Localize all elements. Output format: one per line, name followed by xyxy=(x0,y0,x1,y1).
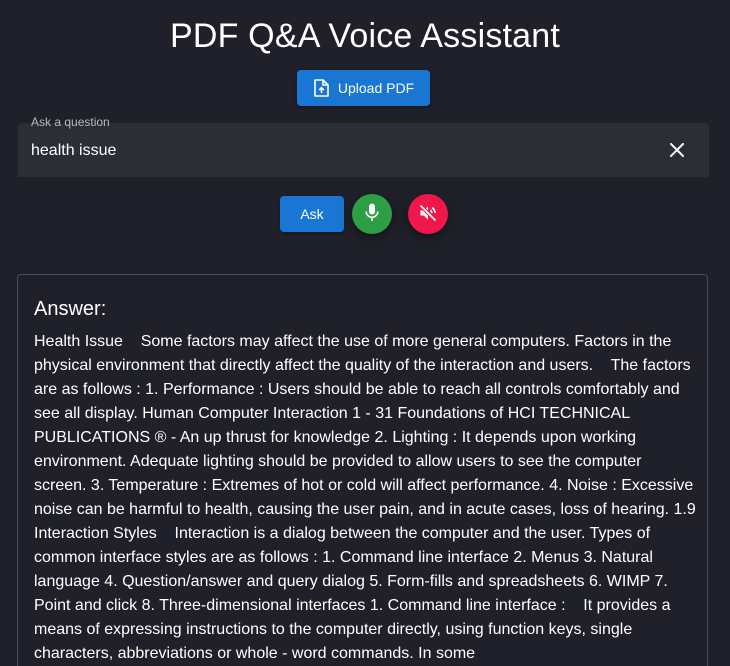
close-icon[interactable] xyxy=(665,138,689,162)
mute-button[interactable] xyxy=(408,194,448,234)
answer-card: Answer: Health Issue Some factors may af… xyxy=(17,274,708,666)
question-label: Ask a question xyxy=(31,115,110,129)
question-field[interactable]: Ask a question xyxy=(18,115,709,177)
question-input[interactable] xyxy=(31,140,631,162)
answer-text: Health Issue Some factors may affect the… xyxy=(34,333,701,662)
answer-heading: Answer: xyxy=(34,298,107,320)
microphone-icon xyxy=(365,203,379,226)
upload-pdf-label: Upload PDF xyxy=(337,80,415,96)
app-root: PDF Q&A Voice Assistant Upload PDF Ask a… xyxy=(0,0,730,666)
volume-off-icon xyxy=(418,203,438,226)
file-upload-icon xyxy=(313,79,329,97)
microphone-button[interactable] xyxy=(352,194,392,234)
upload-pdf-button[interactable]: Upload PDF xyxy=(297,70,430,106)
ask-button[interactable]: Ask xyxy=(280,196,344,232)
page-title: PDF Q&A Voice Assistant xyxy=(169,17,561,55)
